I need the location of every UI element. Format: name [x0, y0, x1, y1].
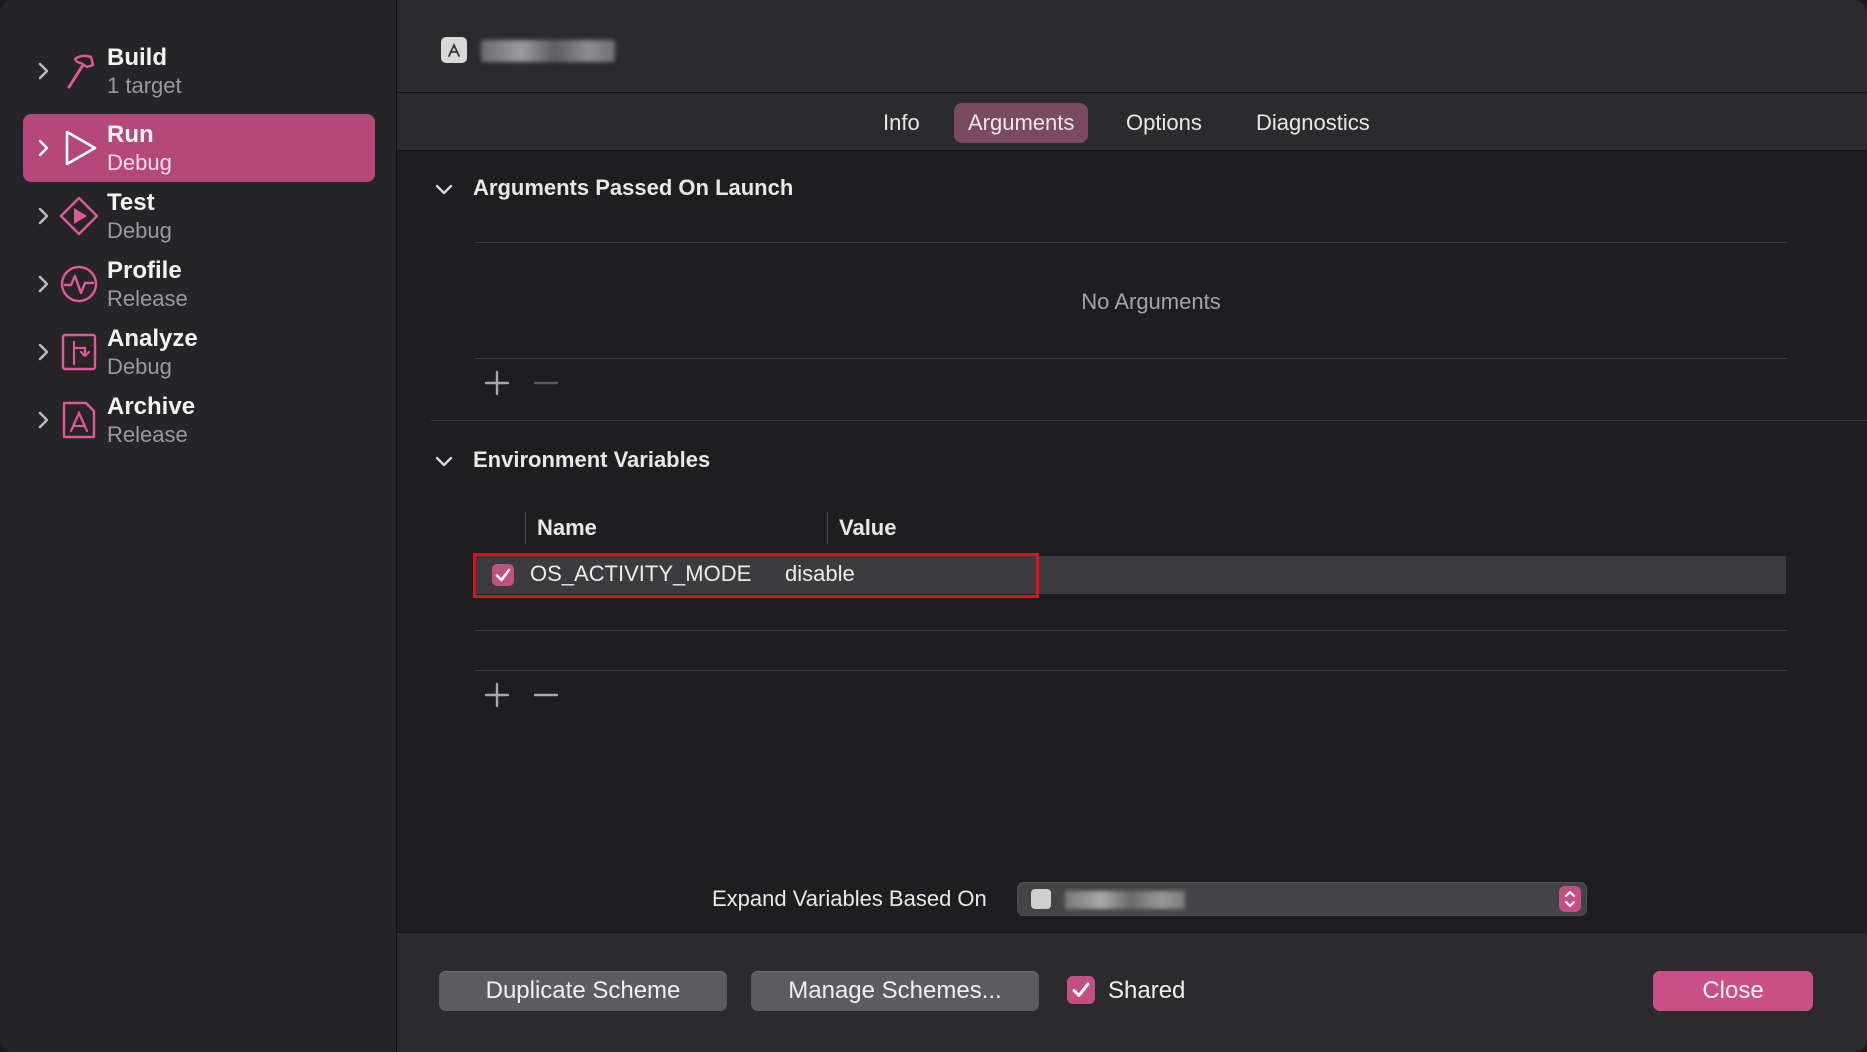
sidebar-item-subtitle: Debug [107, 354, 172, 379]
tab-bar: Info Arguments Options Diagnostics [397, 93, 1867, 151]
divider [475, 670, 1787, 671]
checkmark-icon [1072, 982, 1090, 997]
app-store-icon [1031, 889, 1051, 909]
sidebar-item-archive[interactable]: Archive Release [23, 386, 375, 454]
redacted-target-name [1065, 891, 1185, 909]
analyze-icon [61, 333, 97, 371]
scheme-actions-sidebar: Build 1 target Run Debug Test Debug Prof… [0, 0, 397, 1052]
chevron-right-icon[interactable] [31, 408, 55, 432]
sidebar-item-subtitle: 1 target [107, 73, 182, 98]
sidebar-item-title: Profile [107, 257, 182, 284]
expand-variables-label: Expand Variables Based On [712, 886, 987, 911]
profile-waveform-icon [60, 265, 98, 303]
chevron-right-icon[interactable] [31, 136, 55, 160]
scheme-footer: Duplicate Scheme Manage Schemes... Share… [397, 932, 1867, 1052]
sidebar-item-subtitle: Release [107, 286, 188, 311]
section-title: Arguments Passed On Launch [473, 175, 794, 200]
divider [475, 630, 1787, 631]
section-divider [431, 420, 1867, 421]
sidebar-item-title: Build [107, 44, 167, 71]
archive-icon [62, 401, 96, 439]
sidebar-item-subtitle: Release [107, 422, 188, 447]
chevron-right-icon[interactable] [31, 340, 55, 364]
no-arguments-text: No Arguments [1081, 289, 1221, 314]
scheme-editor-window: Build 1 target Run Debug Test Debug Prof… [0, 0, 1867, 1052]
tab-diagnostics[interactable]: Diagnostics [1242, 103, 1384, 143]
chevron-right-icon[interactable] [31, 204, 55, 228]
sidebar-item-test[interactable]: Test Debug [23, 182, 375, 250]
arguments-content: Arguments Passed On Launch No Arguments … [397, 151, 1867, 931]
scheme-header [397, 0, 1867, 93]
expand-variables-popup[interactable] [1017, 882, 1587, 916]
shared-label[interactable]: Shared [1108, 977, 1185, 1005]
chevron-down-icon[interactable] [433, 179, 455, 201]
chevron-down-icon[interactable] [433, 451, 455, 473]
scheme-editor-main: Info Arguments Options Diagnostics Argum… [397, 0, 1867, 1052]
redacted-target-name [481, 40, 615, 62]
plus-icon[interactable] [483, 369, 511, 397]
play-icon [65, 130, 97, 166]
sidebar-item-analyze[interactable]: Analyze Debug [23, 318, 375, 386]
column-separator [827, 512, 828, 544]
column-separator [525, 512, 526, 544]
tab-options[interactable]: Options [1112, 103, 1216, 143]
sidebar-item-title: Analyze [107, 325, 198, 352]
column-header-name[interactable]: Name [537, 515, 597, 541]
test-diamond-icon [59, 196, 99, 236]
sidebar-item-run[interactable]: Run Debug [23, 114, 375, 182]
sidebar-item-title: Archive [107, 393, 196, 420]
sidebar-item-title: Run [107, 121, 154, 148]
minus-icon[interactable] [532, 681, 560, 709]
popup-stepper-icon[interactable] [1559, 886, 1581, 912]
sidebar-item-title: Test [107, 189, 155, 216]
column-header-value[interactable]: Value [839, 515, 896, 541]
tab-info[interactable]: Info [869, 103, 934, 143]
section-title: Environment Variables [473, 447, 711, 472]
app-store-icon [441, 37, 467, 63]
hammer-icon [67, 54, 95, 89]
sidebar-item-profile[interactable]: Profile Release [23, 250, 375, 318]
tab-arguments[interactable]: Arguments [954, 103, 1089, 143]
annotation-highlight-box [473, 553, 1039, 598]
chevron-right-icon[interactable] [31, 59, 55, 83]
minus-icon[interactable] [532, 369, 560, 397]
divider [475, 242, 1787, 243]
divider [475, 358, 1787, 359]
duplicate-scheme-button[interactable]: Duplicate Scheme [439, 971, 727, 1011]
sidebar-item-subtitle: Debug [107, 150, 172, 175]
close-button[interactable]: Close [1653, 971, 1813, 1011]
chevron-right-icon[interactable] [31, 272, 55, 296]
sidebar-item-build[interactable]: Build 1 target [23, 37, 375, 105]
shared-checkbox[interactable] [1067, 976, 1095, 1004]
plus-icon[interactable] [483, 681, 511, 709]
sidebar-item-subtitle: Debug [107, 218, 172, 243]
manage-schemes-button[interactable]: Manage Schemes... [751, 971, 1039, 1011]
